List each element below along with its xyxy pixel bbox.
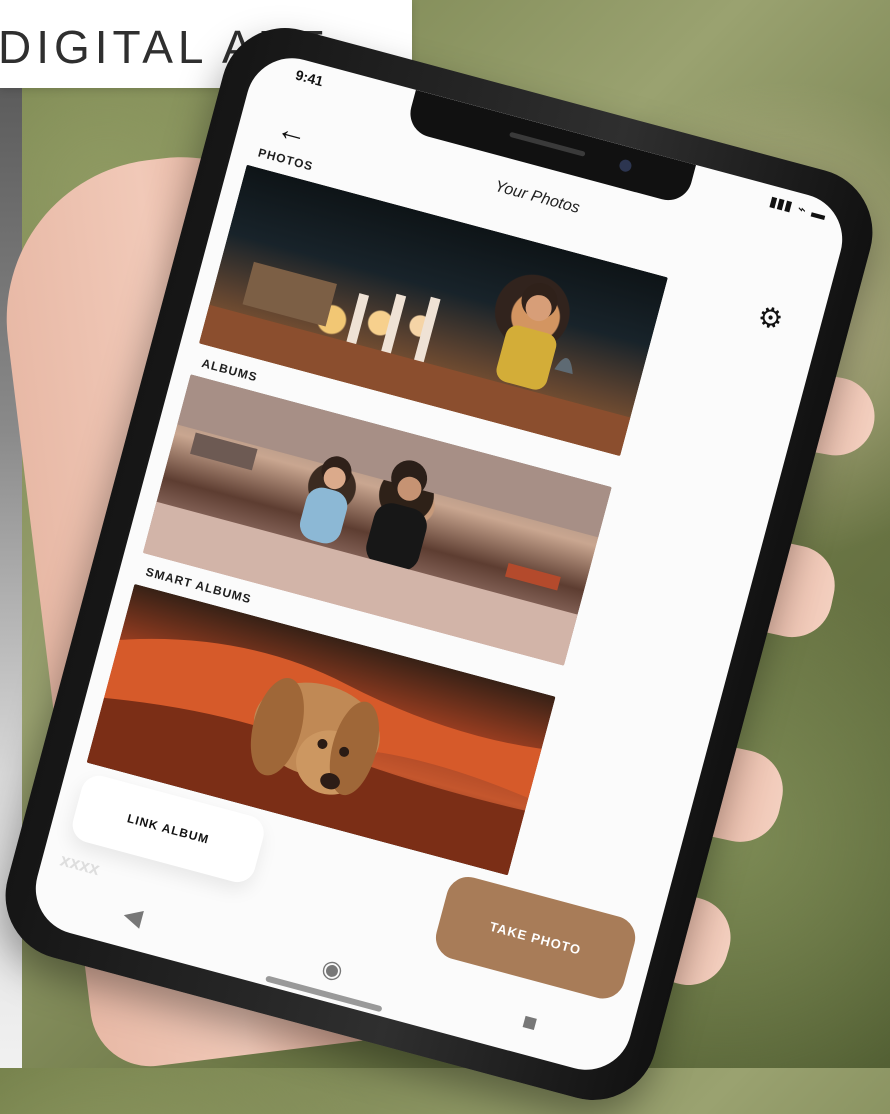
wifi-icon: ⌁ [795, 200, 809, 218]
status-icons: ▮▮▮ ⌁ ▬ [767, 192, 828, 223]
camera-icon [618, 158, 633, 174]
take-photo-button[interactable]: TAKE PHOTO [430, 872, 641, 1004]
back-triangle-icon: ◀ [120, 900, 146, 932]
gear-icon: ⚙ [754, 299, 787, 337]
square-icon: ■ [519, 1007, 541, 1038]
signal-bars-icon: ▮▮▮ [767, 192, 795, 214]
home-circle-icon: ◉ [318, 953, 346, 986]
speaker [509, 131, 586, 157]
nav-home-button[interactable]: ◉ [318, 953, 346, 986]
watermark: xxxx [58, 849, 102, 880]
nav-back-button[interactable]: ◀ [120, 900, 146, 933]
battery-icon: ▬ [809, 203, 828, 223]
phone-notch [405, 89, 697, 206]
nav-recent-button[interactable]: ■ [519, 1007, 540, 1038]
settings-button[interactable]: ⚙ [754, 299, 787, 337]
status-time: 9:41 [293, 66, 326, 90]
